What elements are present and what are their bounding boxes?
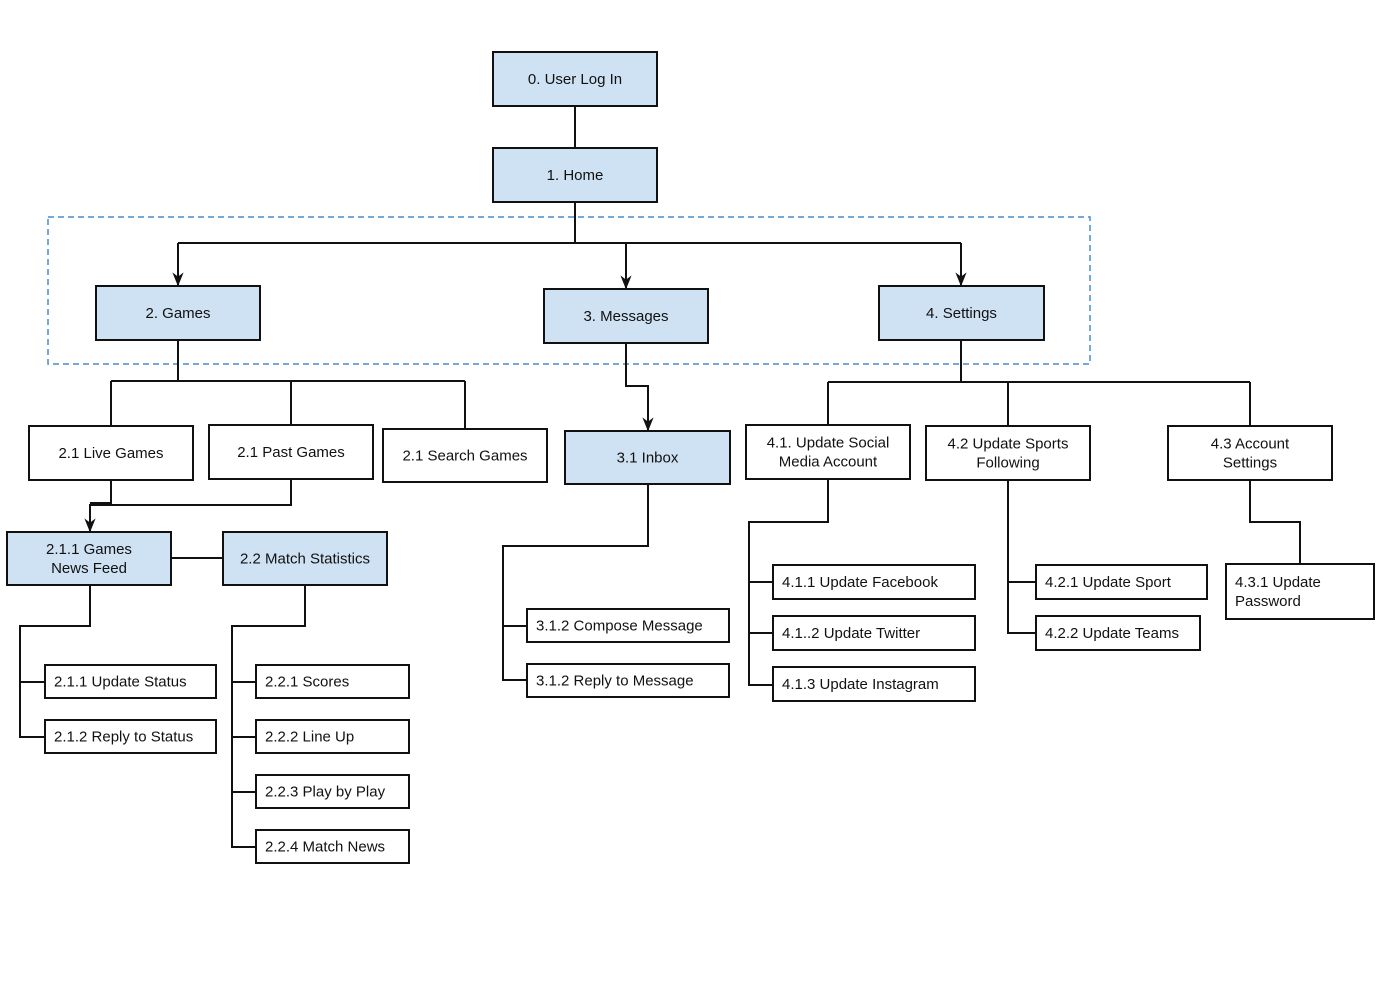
node-label: 4.1.3 Update Instagram <box>782 676 939 693</box>
node-label: 4. Settings <box>926 305 997 322</box>
node-label: News Feed <box>51 560 127 577</box>
node-past: 2.1 Past Games <box>208 424 374 480</box>
node-f1: 4.1.1 Update Facebook <box>772 564 976 600</box>
node-label: Media Account <box>779 454 878 471</box>
node-pw: 4.3.1 Update Password <box>1225 563 1375 620</box>
node-box <box>6 531 172 586</box>
node-label: 3. Messages <box>583 308 668 325</box>
node-label: Settings <box>1223 455 1277 472</box>
node-label: Following <box>976 455 1039 472</box>
node-label: 2.2.4 Match News <box>265 839 385 856</box>
node-n0: 0. User Log In <box>492 51 658 107</box>
node-f3: 4.1.3 Update Instagram <box>772 666 976 702</box>
node-label: 2.1.1 Games <box>46 541 132 558</box>
node-n2: 2. Games <box>95 285 261 341</box>
node-c1: 3.1.2 Compose Message <box>526 608 730 643</box>
node-inbox: 3.1 Inbox <box>564 430 731 485</box>
node-label: 2.2 Match Statistics <box>240 551 370 568</box>
node-label: 2.2.2 Line Up <box>265 729 354 746</box>
node-box <box>745 424 911 480</box>
node-s42: 4.2 Update Sports Following <box>925 425 1091 481</box>
node-c2: 3.1.2 Reply to Message <box>526 663 730 698</box>
node-label: 3.1.2 Reply to Message <box>536 673 694 690</box>
node-search: 2.1 Search Games <box>382 428 548 483</box>
node-label: 2.1.1 Update Status <box>54 674 187 691</box>
node-label: 3.1.2 Compose Message <box>536 618 703 635</box>
node-label: 4.2.2 Update Teams <box>1045 625 1179 642</box>
connector-line <box>110 340 466 429</box>
node-label: 2. Games <box>145 305 210 322</box>
node-label: 2.2.3 Play by Play <box>265 784 386 801</box>
connector-line <box>90 480 112 504</box>
node-live: 2.1 Live Games <box>28 425 194 481</box>
node-label: 4.3 Account <box>1211 436 1290 453</box>
connector-line <box>19 585 91 738</box>
node-label: 2.1 Past Games <box>237 444 345 461</box>
node-box <box>925 425 1091 481</box>
node-label: 2.2.1 Scores <box>265 674 349 691</box>
node-m4: 2.2.4 Match News <box>255 829 410 864</box>
node-match: 2.2 Match Statistics <box>222 531 388 586</box>
node-p2: 4.2.2 Update Teams <box>1035 615 1201 651</box>
node-label: 1. Home <box>547 167 604 184</box>
arrow-connector <box>625 343 654 432</box>
node-s41: 4.1. Update Social Media Account <box>745 424 911 480</box>
arrow-connector <box>84 479 292 533</box>
node-feed: 2.1.1 Games News Feed <box>6 531 172 586</box>
node-label: 4.1..2 Update Twitter <box>782 625 920 642</box>
node-box <box>1225 563 1375 620</box>
node-label: 2.1 Live Games <box>58 445 163 462</box>
node-label: 4.2 Update Sports <box>948 436 1069 453</box>
node-box <box>1167 425 1333 481</box>
node-label: 4.2.1 Update Sport <box>1045 574 1172 591</box>
node-m3: 2.2.3 Play by Play <box>255 774 410 809</box>
node-p1: 4.2.1 Update Sport <box>1035 564 1208 600</box>
node-n4: 4. Settings <box>878 285 1045 341</box>
node-u1: 2.1.1 Update Status <box>44 664 217 699</box>
node-label: Password <box>1235 593 1301 610</box>
node-label: 0. User Log In <box>528 71 622 88</box>
node-u2: 2.1.2 Reply to Status <box>44 719 217 754</box>
node-m1: 2.2.1 Scores <box>255 664 410 699</box>
node-m2: 2.2.2 Line Up <box>255 719 410 754</box>
node-label: 3.1 Inbox <box>617 450 679 467</box>
node-s43: 4.3 Account Settings <box>1167 425 1333 481</box>
connector-line <box>827 340 1251 426</box>
node-n3: 3. Messages <box>543 288 709 344</box>
node-label: 4.1. Update Social <box>767 435 890 452</box>
node-label: 2.1.2 Reply to Status <box>54 729 193 746</box>
node-label: 4.1.1 Update Facebook <box>782 574 938 591</box>
connector-line <box>502 484 649 681</box>
node-n1: 1. Home <box>492 147 658 203</box>
node-label: 4.3.1 Update <box>1235 574 1321 591</box>
connector-line <box>1249 480 1301 564</box>
connector-line <box>1007 480 1036 634</box>
node-label: 2.1 Search Games <box>402 448 527 465</box>
node-f2: 4.1..2 Update Twitter <box>772 615 976 651</box>
sitemap-diagram: 0. User Log In 1. Home 2. Games 3. Messages… <box>6 51 1375 864</box>
